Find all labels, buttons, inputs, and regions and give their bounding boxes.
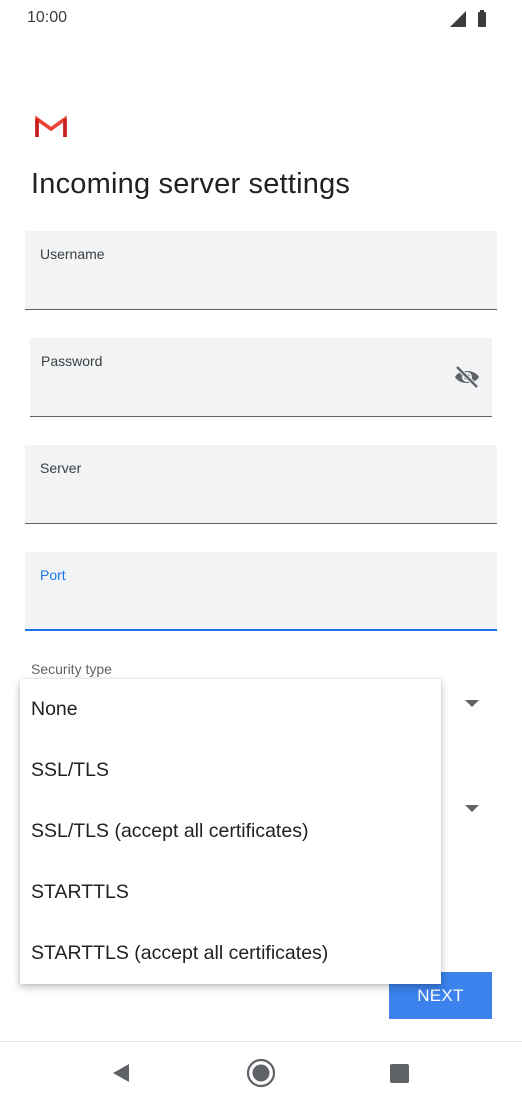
dropdown-option-ssl-tls-accept-all[interactable]: SSL/TLS (accept all certificates) bbox=[20, 801, 441, 862]
dropdown-option-starttls-accept-all[interactable]: STARTTLS (accept all certificates) bbox=[20, 923, 441, 984]
signal-icon bbox=[450, 11, 466, 27]
page-title: Incoming server settings bbox=[31, 168, 351, 200]
gmail-logo-icon bbox=[35, 115, 67, 137]
battery-icon bbox=[478, 12, 486, 27]
recents-icon[interactable] bbox=[390, 1064, 409, 1083]
security-type-label: Security type bbox=[31, 661, 112, 677]
password-field[interactable]: Password bbox=[30, 338, 492, 417]
dropdown-option-none[interactable]: None bbox=[20, 679, 441, 740]
port-label: Port bbox=[40, 567, 66, 583]
back-icon[interactable] bbox=[111, 1063, 131, 1083]
security-type-dropdown-menu: None SSL/TLS SSL/TLS (accept all certifi… bbox=[20, 679, 441, 984]
server-field[interactable]: Server bbox=[25, 445, 497, 524]
password-underline bbox=[30, 416, 492, 417]
status-time: 10:00 bbox=[27, 9, 68, 26]
status-bar: 10:00 bbox=[0, 0, 522, 38]
dropdown-option-starttls[interactable]: STARTTLS bbox=[20, 862, 441, 923]
username-underline bbox=[25, 309, 497, 310]
home-icon[interactable] bbox=[246, 1058, 276, 1088]
chevron-down-icon[interactable] bbox=[465, 805, 479, 812]
navigation-bar bbox=[0, 1041, 522, 1102]
password-label: Password bbox=[41, 353, 103, 369]
username-field[interactable]: Username bbox=[25, 231, 497, 310]
status-icons bbox=[450, 10, 486, 27]
server-underline bbox=[25, 523, 497, 524]
dropdown-option-ssl-tls[interactable]: SSL/TLS bbox=[20, 740, 441, 801]
username-label: Username bbox=[40, 246, 105, 262]
port-field[interactable]: Port bbox=[25, 552, 497, 631]
visibility-off-icon[interactable] bbox=[453, 365, 481, 389]
server-label: Server bbox=[40, 460, 82, 476]
port-underline bbox=[25, 629, 497, 631]
chevron-down-icon[interactable] bbox=[465, 700, 479, 707]
